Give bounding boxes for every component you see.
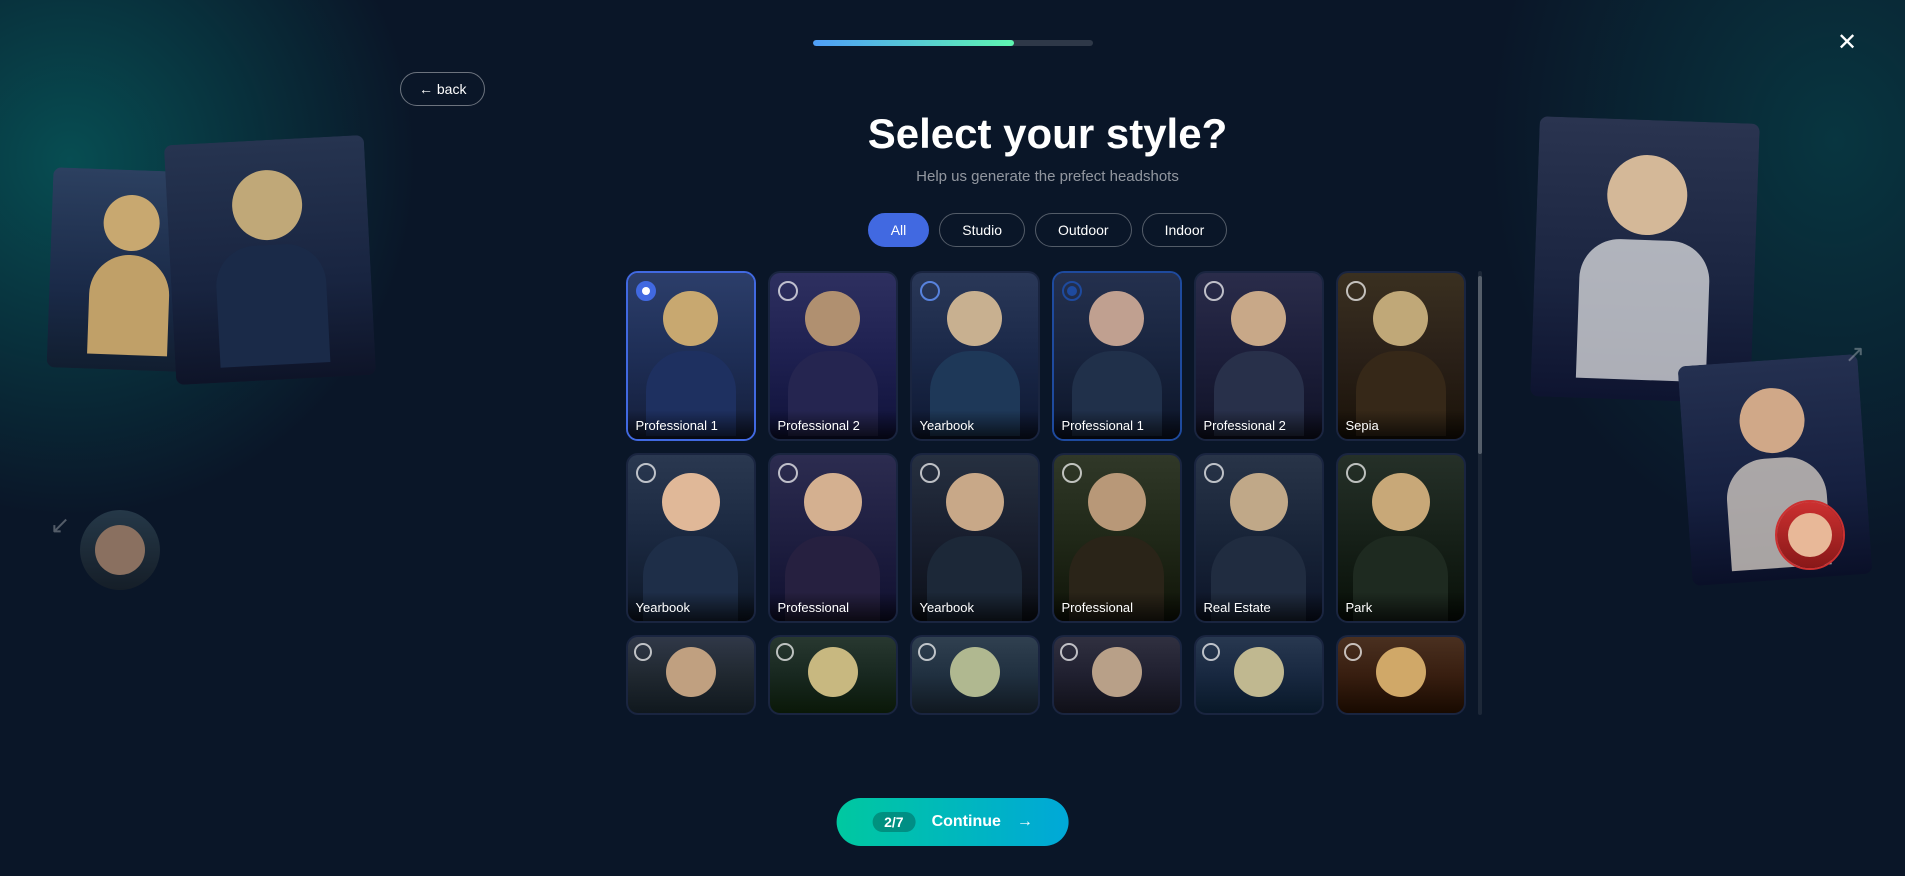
radio-real-estate[interactable] — [1204, 463, 1224, 483]
radio-professional-1[interactable] — [636, 281, 656, 301]
card-label-yearbook-3: Yearbook — [912, 592, 1038, 621]
card-label-yearbook-2: Yearbook — [628, 592, 754, 621]
radio-professional-2-f[interactable] — [1204, 281, 1224, 301]
style-card-professional-3[interactable]: Professional — [768, 453, 898, 623]
continue-arrow: → — [1017, 813, 1033, 831]
style-card-row3-2[interactable] — [768, 635, 898, 715]
style-card-professional-1-f[interactable]: Professional 1 — [1052, 271, 1182, 441]
continue-label: Continue — [932, 813, 1001, 831]
radio-row3-3[interactable] — [918, 643, 936, 661]
card-label-real-estate: Real Estate — [1196, 592, 1322, 621]
progress-bar-fill — [813, 40, 1015, 46]
progress-bar — [813, 40, 1093, 46]
radio-professional-outdoor[interactable] — [1062, 463, 1082, 483]
card-label-professional-outdoor: Professional — [1054, 592, 1180, 621]
continue-count: 2/7 — [872, 812, 915, 832]
card-label-park: Park — [1338, 592, 1464, 621]
radio-row3-4[interactable] — [1060, 643, 1078, 661]
right-arrow-deco: ↗ — [1845, 340, 1865, 369]
scroll-track[interactable] — [1478, 271, 1482, 715]
radio-park[interactable] — [1346, 463, 1366, 483]
card-label-professional-1-f: Professional 1 — [1054, 410, 1180, 439]
card-label-sepia: Sepia — [1338, 410, 1464, 439]
card-label-professional-1: Professional 1 — [628, 410, 754, 439]
filter-tab-outdoor[interactable]: Outdoor — [1035, 213, 1132, 247]
style-card-real-estate[interactable]: Real Estate — [1194, 453, 1324, 623]
style-card-row3-5[interactable] — [1194, 635, 1324, 715]
radio-row3-5[interactable] — [1202, 643, 1220, 661]
radio-row3-1[interactable] — [634, 643, 652, 661]
radio-yearbook-1[interactable] — [920, 281, 940, 301]
style-card-park[interactable]: Park — [1336, 453, 1466, 623]
filter-tab-studio[interactable]: Studio — [939, 213, 1025, 247]
radio-row3-6[interactable] — [1344, 643, 1362, 661]
radio-professional-3[interactable] — [778, 463, 798, 483]
card-label-professional-3: Professional — [770, 592, 896, 621]
style-card-yearbook-1[interactable]: Yearbook — [910, 271, 1040, 441]
style-grid: Professional 1 Professional 2 — [626, 271, 1470, 715]
filter-tab-indoor[interactable]: Indoor — [1142, 213, 1228, 247]
back-button[interactable]: ← back — [400, 72, 485, 106]
continue-button[interactable]: 2/7 Continue → — [836, 798, 1069, 846]
page-title: Select your style? — [868, 110, 1227, 158]
deco-left-photos: ↙ — [50, 140, 370, 590]
style-card-yearbook-2[interactable]: Yearbook — [626, 453, 756, 623]
card-label-professional-2-f: Professional 2 — [1196, 410, 1322, 439]
main-content: Select your style? Help us generate the … — [390, 110, 1705, 715]
radio-sepia[interactable] — [1346, 281, 1366, 301]
radio-row3-2[interactable] — [776, 643, 794, 661]
filter-tab-all[interactable]: All — [868, 213, 930, 247]
radio-professional-2[interactable] — [778, 281, 798, 301]
style-card-row3-6[interactable] — [1336, 635, 1466, 715]
style-card-row3-3[interactable] — [910, 635, 1040, 715]
left-arrow-deco: ↙ — [50, 511, 70, 540]
style-grid-wrapper: Professional 1 Professional 2 — [626, 271, 1470, 715]
card-label-yearbook-1: Yearbook — [912, 410, 1038, 439]
radio-yearbook-2[interactable] — [636, 463, 656, 483]
radio-yearbook-3[interactable] — [920, 463, 940, 483]
style-card-yearbook-3[interactable]: Yearbook — [910, 453, 1040, 623]
style-card-professional-outdoor[interactable]: Professional — [1052, 453, 1182, 623]
style-card-row3-1[interactable] — [626, 635, 756, 715]
scroll-thumb[interactable] — [1478, 276, 1482, 454]
card-label-professional-2: Professional 2 — [770, 410, 896, 439]
page-subtitle: Help us generate the prefect headshots — [916, 168, 1179, 185]
close-button[interactable]: ✕ — [1829, 24, 1865, 60]
radio-professional-1-f[interactable] — [1062, 281, 1082, 301]
style-card-row3-4[interactable] — [1052, 635, 1182, 715]
style-card-professional-2[interactable]: Professional 2 — [768, 271, 898, 441]
style-card-sepia[interactable]: Sepia — [1336, 271, 1466, 441]
filter-tabs: All Studio Outdoor Indoor — [868, 213, 1228, 247]
style-card-professional-1[interactable]: Professional 1 — [626, 271, 756, 441]
style-card-professional-2-f[interactable]: Professional 2 — [1194, 271, 1324, 441]
